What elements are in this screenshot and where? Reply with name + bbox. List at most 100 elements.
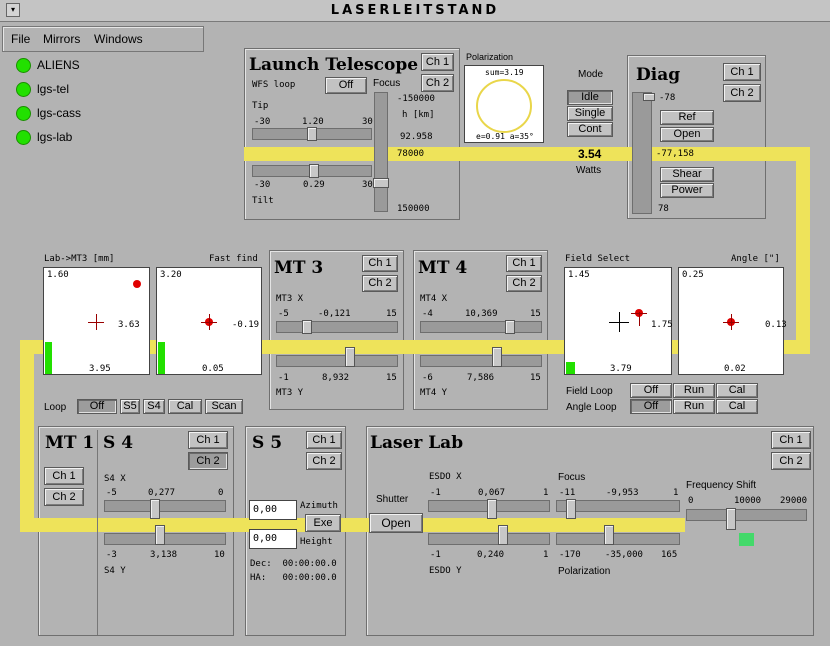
menu-file[interactable]: File xyxy=(11,32,30,46)
lab-focus-slider-thumb[interactable] xyxy=(566,499,576,519)
laser-lab-ch1-button[interactable]: Ch 1 xyxy=(771,431,811,449)
lab-polarization-slider[interactable] xyxy=(556,533,680,545)
fast-find-bottom-value: 0.05 xyxy=(202,364,224,374)
tip-slider-thumb[interactable] xyxy=(307,127,317,141)
menu-windows[interactable]: Windows xyxy=(94,32,143,46)
beam-mt3-inner xyxy=(269,340,404,354)
mt4-y-slider-thumb[interactable] xyxy=(492,347,502,367)
frequency-shift-max: 29000 xyxy=(780,496,808,506)
tilt-slider-thumb[interactable] xyxy=(309,164,319,178)
loop-cal-button[interactable]: Cal xyxy=(168,399,202,414)
frequency-shift-slider-thumb[interactable] xyxy=(726,508,736,530)
s4-ch2-button[interactable]: Ch 2 xyxy=(188,452,228,470)
esdo-y-label: ESDO Y xyxy=(429,566,462,576)
loop-s5-button[interactable]: S5 xyxy=(120,399,140,414)
mt1-ch2-button[interactable]: Ch 2 xyxy=(44,488,84,506)
esdo-x-label: ESDO X xyxy=(429,472,462,482)
mt3-x-slider-thumb[interactable] xyxy=(302,320,312,334)
launch-telescope-title: Launch Telescope xyxy=(249,55,419,75)
tilt-value: 0.29 xyxy=(303,180,325,190)
mt1-ch1-button[interactable]: Ch 1 xyxy=(44,467,84,485)
s5-title: S 5 xyxy=(252,433,283,453)
polarization-ellipticity: e=0.91 a=35° xyxy=(476,132,534,141)
lab-mt3-bottom-value: 3.95 xyxy=(89,364,111,374)
height-input[interactable]: 0,00 xyxy=(249,529,297,549)
mt4-ch2-button[interactable]: Ch 2 xyxy=(506,275,542,292)
mt3-y-slider-thumb[interactable] xyxy=(345,347,355,367)
mt3-x-slider[interactable] xyxy=(276,321,398,333)
loop-s4-button[interactable]: S4 xyxy=(143,399,165,414)
tilt-label: Tilt xyxy=(252,196,274,206)
mt4-y-slider[interactable] xyxy=(420,355,542,367)
s4-x-label: S4 X xyxy=(104,474,126,484)
diag-slider[interactable] xyxy=(632,92,652,214)
mode-idle-button[interactable]: Idle xyxy=(567,90,613,105)
lab-polarization-slider-thumb[interactable] xyxy=(604,525,614,545)
shutter-open-button[interactable]: Open xyxy=(369,513,423,533)
mode-label: Mode xyxy=(578,69,604,80)
diag-slider-thumb[interactable] xyxy=(643,93,655,101)
esdo-y-slider[interactable] xyxy=(428,533,550,545)
s4-x-slider[interactable] xyxy=(104,500,226,512)
azimuth-input[interactable]: 0,00 xyxy=(249,500,297,520)
mode-cont-button[interactable]: Cont xyxy=(567,122,613,137)
fast-find-scope: 3.20 -0.19 0.05 xyxy=(156,267,262,375)
fast-find-right-value: -0.19 xyxy=(232,320,260,330)
angle-scale-top: 0.25 xyxy=(682,270,704,280)
launch-ch2-button[interactable]: Ch 2 xyxy=(421,74,454,92)
mt3-ch1-button[interactable]: Ch 1 xyxy=(362,255,398,272)
diag-top: -78 xyxy=(659,93,676,103)
mt4-x-slider[interactable] xyxy=(420,321,542,333)
mt4-ch1-button[interactable]: Ch 1 xyxy=(506,255,542,272)
mt3-y-slider[interactable] xyxy=(276,355,398,367)
diag-power-button[interactable]: Power xyxy=(660,183,714,198)
angle-loop-cal-button[interactable]: Cal xyxy=(716,399,758,414)
launch-ch1-button[interactable]: Ch 1 xyxy=(421,53,454,71)
laser-lab-ch2-button[interactable]: Ch 2 xyxy=(771,452,811,470)
esdo-x-slider-thumb[interactable] xyxy=(487,499,497,519)
diag-shear-button[interactable]: Shear xyxy=(660,167,714,182)
exe-button[interactable]: Exe xyxy=(305,514,341,532)
field-loop-cal-button[interactable]: Cal xyxy=(716,383,758,398)
angle-loop-off-button[interactable]: Off xyxy=(630,399,672,414)
azimuth-label: Azimuth xyxy=(300,501,338,511)
status-label-cass: lgs-cass xyxy=(37,106,82,120)
s4-y-slider-thumb[interactable] xyxy=(155,525,165,545)
field-loop-run-button[interactable]: Run xyxy=(673,383,715,398)
mt4-x-slider-thumb[interactable] xyxy=(505,320,515,334)
beam-s4-inner xyxy=(38,518,234,532)
lab-focus-label: Focus xyxy=(558,472,586,483)
mt4-y-label: MT4 Y xyxy=(420,388,448,398)
s4-y-slider[interactable] xyxy=(104,533,226,545)
s5-ch1-button[interactable]: Ch 1 xyxy=(306,431,342,449)
menu-mirrors[interactable]: Mirrors xyxy=(43,32,80,46)
mt3-y-max: 15 xyxy=(386,373,397,383)
field-loop-off-button[interactable]: Off xyxy=(630,383,672,398)
esdo-y-slider-thumb[interactable] xyxy=(498,525,508,545)
s4-x-slider-thumb[interactable] xyxy=(150,499,160,519)
diag-ch1-button[interactable]: Ch 1 xyxy=(723,63,761,81)
s4-ch1-button[interactable]: Ch 1 xyxy=(188,431,228,449)
focus-bottom: 150000 xyxy=(397,204,430,214)
s4-y-label: S4 Y xyxy=(104,566,126,576)
loop-off-button[interactable]: Off xyxy=(77,399,117,414)
angle-loop-run-button[interactable]: Run xyxy=(673,399,715,414)
esdo-x-min: -1 xyxy=(430,488,441,498)
s5-ch2-button[interactable]: Ch 2 xyxy=(306,452,342,470)
focus-slider-thumb[interactable] xyxy=(373,178,389,188)
field-select-intensity-bar xyxy=(566,362,575,374)
diag-open-button[interactable]: Open xyxy=(660,127,714,142)
loop-scan-button[interactable]: Scan xyxy=(205,399,243,414)
mt3-ch2-button[interactable]: Ch 2 xyxy=(362,275,398,292)
wfs-loop-off-button[interactable]: Off xyxy=(325,77,367,94)
frequency-shift-slider[interactable] xyxy=(686,509,807,521)
mode-single-button[interactable]: Single xyxy=(567,106,613,121)
tip-value: 1.20 xyxy=(302,117,324,127)
focus-slider[interactable] xyxy=(374,92,388,212)
diag-ch2-button[interactable]: Ch 2 xyxy=(723,84,761,102)
diag-ref-button[interactable]: Ref xyxy=(660,110,714,125)
angle-crosshair-v xyxy=(731,314,732,330)
s4-x-min: -5 xyxy=(106,488,117,498)
esdo-y-value: 0,240 xyxy=(477,550,505,560)
fast-find-label: Fast find xyxy=(209,254,258,264)
